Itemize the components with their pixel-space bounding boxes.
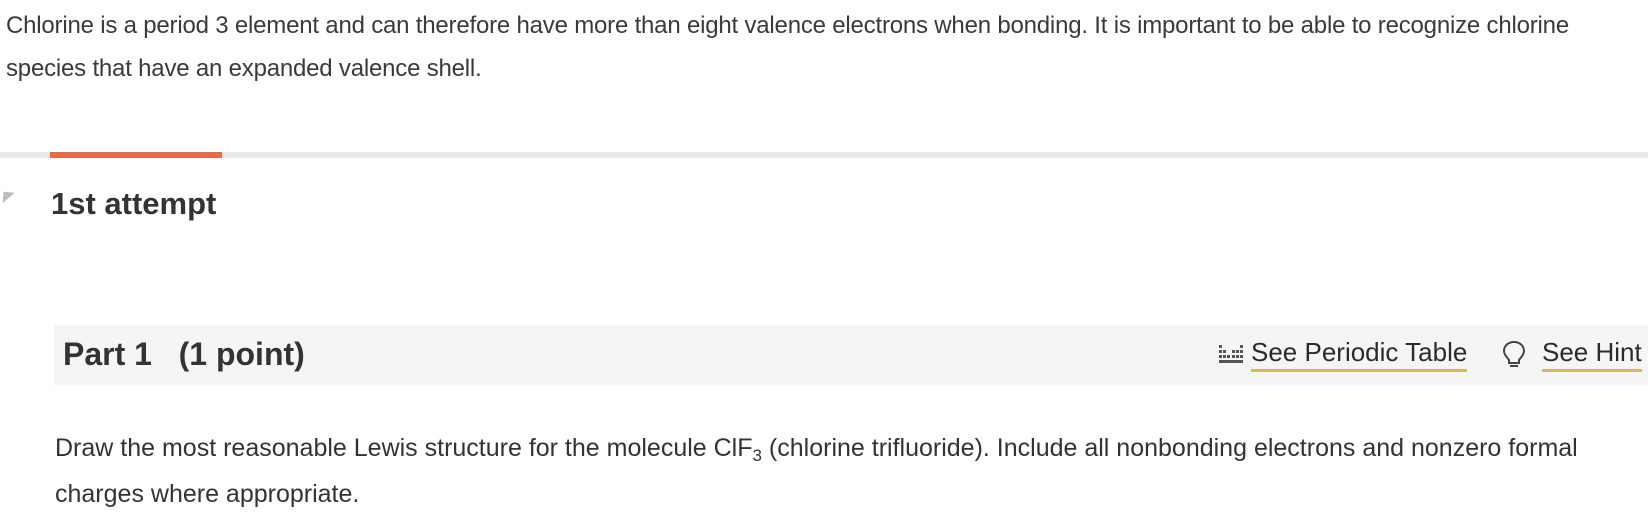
see-periodic-table-label[interactable]: See Periodic Table <box>1251 337 1468 372</box>
part-title: Part 1 (1 point) <box>63 336 305 372</box>
periodic-table-icon <box>1219 343 1245 365</box>
question-subscript: 3 <box>752 446 762 465</box>
see-hint-label[interactable]: See Hint <box>1542 337 1642 372</box>
question-text-before: Draw the most reasonable Lewis structure… <box>55 434 753 462</box>
attempt-progress-fill <box>50 152 222 158</box>
intro-line-1: Chlorine is a period 3 element and can t… <box>6 12 1569 39</box>
part-header: Part 1 (1 point) See Periodic Table See … <box>54 325 1648 385</box>
question-text: Draw the most reasonable Lewis structure… <box>55 429 1615 513</box>
caret-icon[interactable] <box>0 186 15 204</box>
attempt-progress-track <box>0 152 1648 158</box>
lightbulb-icon <box>1502 340 1526 370</box>
intro-line-2: species that have an expanded valence sh… <box>6 55 482 82</box>
see-periodic-table-link[interactable]: See Periodic Table <box>1219 337 1468 372</box>
attempt-title: 1st attempt <box>51 186 217 221</box>
intro-text: Chlorine is a period 3 element and can t… <box>6 4 1648 90</box>
see-hint-link[interactable]: See Hint <box>1502 337 1642 372</box>
